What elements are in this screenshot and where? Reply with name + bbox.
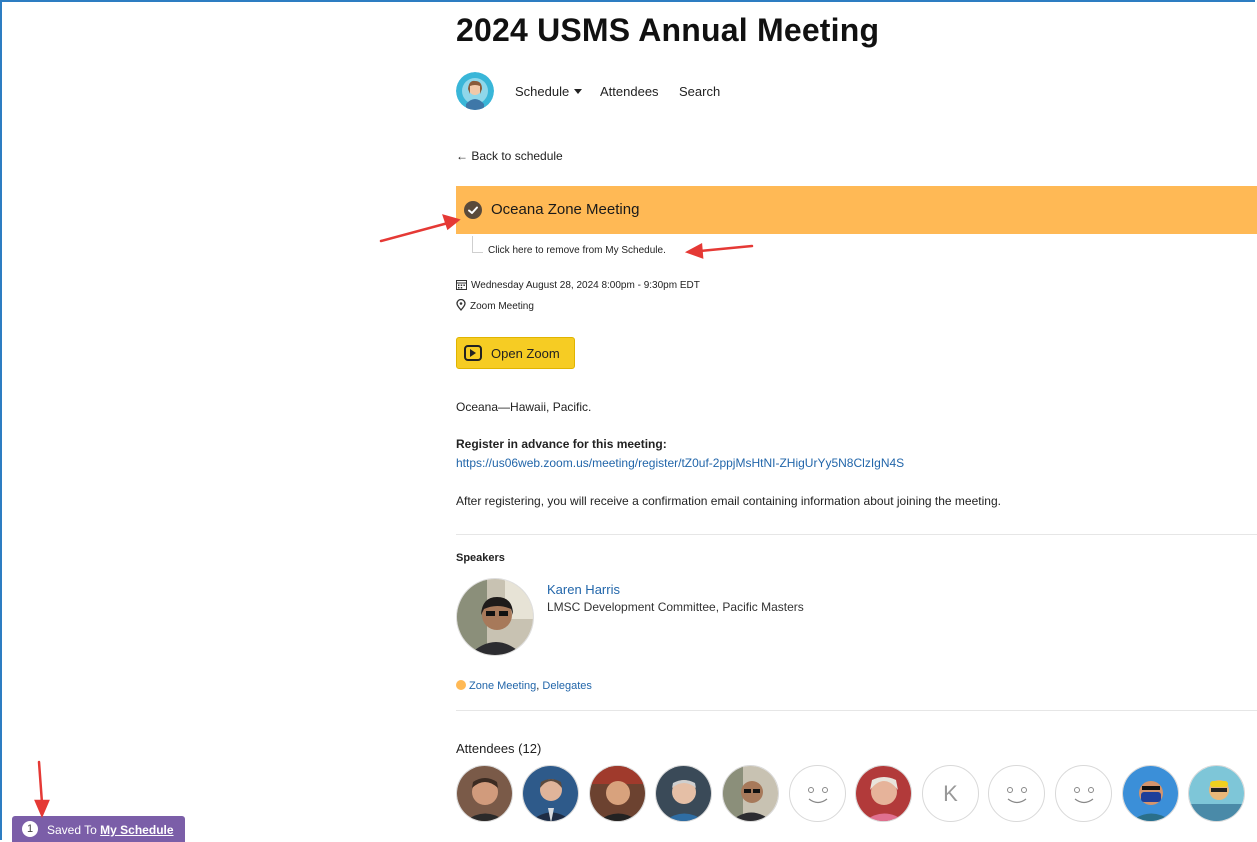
smiley-icon <box>1007 787 1027 804</box>
attendee-photo <box>1189 766 1244 821</box>
attendee-photo <box>656 766 711 821</box>
attendee-photo <box>590 766 645 821</box>
nav-schedule[interactable]: Schedule <box>515 84 583 99</box>
smiley-icon <box>1074 787 1094 804</box>
attendee-avatar[interactable] <box>589 765 646 822</box>
attendee-avatar[interactable] <box>522 765 579 822</box>
session-location: Zoom Meeting <box>456 298 534 312</box>
attendee-avatar[interactable] <box>655 765 712 822</box>
attendee-avatar[interactable] <box>1188 765 1245 822</box>
tag-zone-meeting[interactable]: Zone Meeting <box>469 680 536 692</box>
saved-count-badge: 1 <box>22 821 38 837</box>
attendee-photo <box>856 766 911 821</box>
map-pin-icon <box>456 298 466 311</box>
attendee-avatar[interactable] <box>1122 765 1179 822</box>
register-link[interactable]: https://us06web.zoom.us/meeting/register… <box>456 456 904 470</box>
attendee-initial: K <box>943 781 958 806</box>
user-avatar[interactable] <box>456 72 494 110</box>
session-header[interactable]: Oceana Zone Meeting <box>456 186 1257 234</box>
smiley-icon <box>808 787 828 804</box>
saved-to-schedule-bar[interactable]: 1 Saved To My Schedule <box>12 816 185 842</box>
register-label: Register in advance for this meeting: <box>456 437 667 451</box>
check-mark-graphic <box>468 206 478 214</box>
page-title: 2024 USMS Annual Meeting <box>456 12 880 48</box>
divider <box>456 534 1257 535</box>
speaker-role: LMSC Development Committee, Pacific Mast… <box>547 600 804 614</box>
attendee-photo <box>457 766 512 821</box>
play-icon <box>464 345 482 361</box>
attendee-avatar-placeholder[interactable] <box>1055 765 1112 822</box>
attendee-photo <box>723 766 778 821</box>
my-schedule-link[interactable]: My Schedule <box>100 823 173 837</box>
open-zoom-button[interactable]: Open Zoom <box>456 337 575 369</box>
session-tags: Zone Meeting, Delegates <box>456 680 592 692</box>
back-to-schedule-link[interactable]: ← Back to schedule <box>456 149 563 163</box>
attendee-avatar-initial[interactable]: K <box>922 765 979 822</box>
calendar-icon <box>456 280 467 290</box>
tree-connector <box>472 236 483 253</box>
caret-down-icon <box>574 89 583 94</box>
session-location-text: Zoom Meeting <box>470 301 534 312</box>
attendee-avatar[interactable] <box>855 765 912 822</box>
tag-separator: , <box>536 680 540 692</box>
speakers-heading: Speakers <box>456 552 505 564</box>
nav-schedule-label: Schedule <box>515 84 570 99</box>
attendee-list: K <box>456 765 1257 823</box>
speaker-name[interactable]: Karen Harris <box>547 582 620 597</box>
after-register-text: After registering, you will receive a co… <box>456 494 1001 508</box>
attendees-heading: Attendees (12) <box>456 741 542 756</box>
tag-delegates[interactable]: Delegates <box>542 680 592 692</box>
speaker-photo-image <box>457 579 533 655</box>
open-zoom-label: Open Zoom <box>491 346 560 361</box>
window-frame <box>0 0 1255 840</box>
nav-attendees[interactable]: Attendees <box>600 84 659 99</box>
remove-from-schedule-hint[interactable]: Click here to remove from My Schedule. <box>488 245 666 256</box>
tag-color-dot <box>456 680 466 690</box>
session-title: Oceana Zone Meeting <box>491 201 640 218</box>
attendee-avatar-placeholder[interactable] <box>988 765 1045 822</box>
saved-text: Saved To My Schedule <box>47 823 174 837</box>
attendee-photo <box>1123 766 1178 821</box>
attendee-avatar[interactable] <box>722 765 779 822</box>
user-avatar-image <box>456 72 494 110</box>
nav-search[interactable]: Search <box>679 84 720 99</box>
attendee-avatar-placeholder[interactable] <box>789 765 846 822</box>
attendee-photo <box>523 766 578 821</box>
session-datetime-text: Wednesday August 28, 2024 8:00pm - 9:30p… <box>471 280 700 291</box>
saved-label: Saved To <box>47 823 97 837</box>
divider <box>456 710 1257 711</box>
session-datetime: Wednesday August 28, 2024 8:00pm - 9:30p… <box>456 279 700 291</box>
check-icon[interactable] <box>464 201 482 219</box>
speaker-avatar[interactable] <box>456 578 534 656</box>
attendee-avatar[interactable] <box>456 765 513 822</box>
session-description: Oceana—Hawaii, Pacific. <box>456 400 592 414</box>
